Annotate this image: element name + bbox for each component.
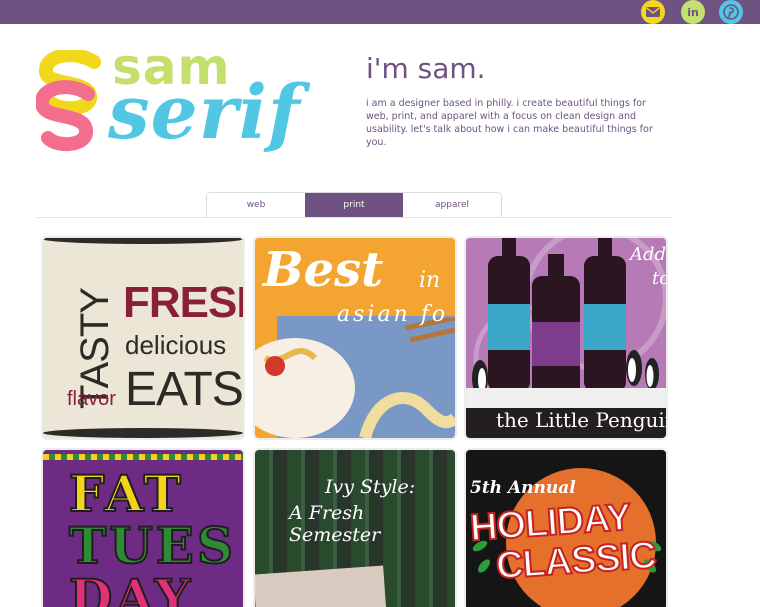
ivy-title-line2: A Fresh Semester [289, 502, 381, 546]
fresh-delicious-text: delicious [125, 330, 227, 360]
portfolio-item-fat-tuesday[interactable]: FAT TUES DAY [43, 450, 243, 607]
penguin-floor [466, 388, 666, 408]
intro-paragraph: i am a designer based in philly. i creat… [366, 98, 653, 148]
fresh-eats-text: EATS [125, 363, 243, 416]
portfolio-item-ivy-style[interactable]: Ivy Style: A Fresh Semester [255, 450, 455, 607]
brush-stroke [43, 238, 243, 244]
bead-border [43, 454, 243, 460]
tab-web[interactable]: web [207, 193, 305, 217]
portfolio-item-fresh-eats[interactable]: TASTY FRESH delicious flavor EATS [43, 238, 243, 438]
laurel-leaf [475, 557, 493, 575]
fresh-fresh-text: FRESH [123, 278, 243, 327]
logo-ribbon-icon [36, 50, 101, 152]
tab-apparel[interactable]: apparel [403, 193, 501, 217]
mail-icon[interactable] [641, 0, 665, 24]
linkedin-label: in [687, 5, 699, 19]
penguin-add-text: Add [630, 244, 666, 265]
fat-line2: TUES [68, 515, 237, 576]
fat-line3: DAY [68, 567, 194, 607]
tabs-divider [36, 217, 672, 218]
ivy-title-line1: Ivy Style: [325, 476, 416, 498]
fresh-flavor-text: flavor [67, 388, 116, 410]
portfolio-item-best-asian[interactable]: Best in asian fo [255, 238, 455, 438]
brush-stroke [43, 428, 243, 438]
noodle-bowl-image [255, 318, 455, 438]
pinterest-icon[interactable] [719, 0, 743, 24]
ivy-student-photo [255, 565, 387, 607]
best-asian-text: asian fo [337, 302, 449, 327]
penguin-title-text: the Little Penguin [496, 408, 666, 432]
portfolio-item-little-penguin[interactable]: Add to the Little Penguin [466, 238, 666, 438]
portfolio-tabs: web print apparel [206, 192, 502, 217]
holiday-annual-text: 5th Annual [470, 478, 576, 498]
intro-heading: i'm sam. [366, 52, 486, 85]
tab-print[interactable]: print [305, 193, 403, 217]
linkedin-icon[interactable]: in [681, 0, 705, 24]
site-logo[interactable]: sam serif [36, 38, 306, 164]
portfolio-item-holiday-classic[interactable]: 5th Annual HOLIDAY CLASSIC [466, 450, 666, 607]
best-headline: Best [263, 242, 384, 298]
penguin-to-text: to [652, 268, 666, 289]
fat-line1: FAT [68, 463, 184, 524]
logo-text-serif: serif [108, 70, 301, 156]
best-in-text: in [419, 268, 441, 293]
